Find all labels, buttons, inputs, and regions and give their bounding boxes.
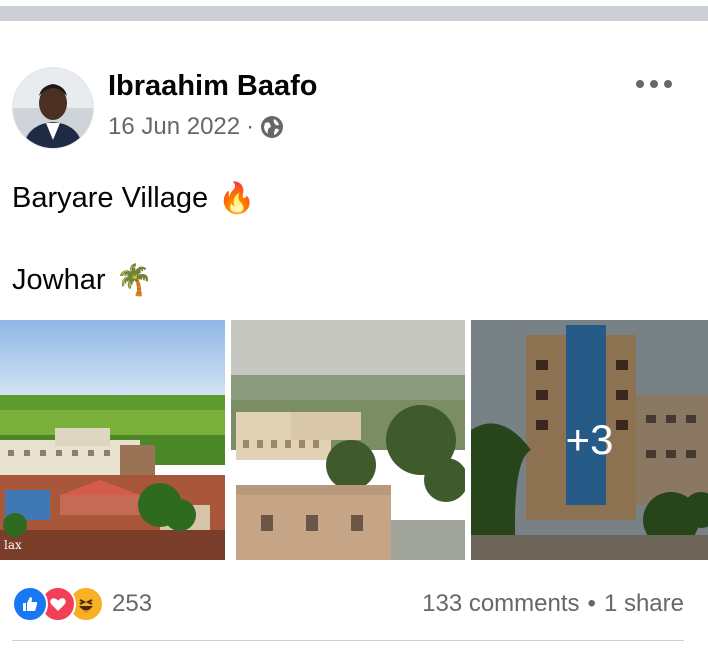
stats-separator: • xyxy=(587,590,596,617)
more-photos-overlay[interactable]: +3 xyxy=(471,320,708,560)
dot xyxy=(636,80,644,88)
photo-2[interactable] xyxy=(231,320,465,560)
post-text-village: Baryare Village xyxy=(12,182,209,214)
meta-separator: · xyxy=(246,113,255,140)
post-meta: 16 Jun 2022 · xyxy=(108,113,284,141)
more-options-icon[interactable] xyxy=(636,74,672,94)
post-text-line-1: Baryare Village 🔥 xyxy=(12,181,256,216)
reaction-count: 253 xyxy=(112,590,153,617)
dot xyxy=(664,80,672,88)
photo-1[interactable]: lax xyxy=(0,320,225,560)
reactions-summary[interactable]: 253 xyxy=(12,586,152,622)
author-avatar[interactable] xyxy=(12,67,94,149)
photo-watermark: lax xyxy=(4,538,22,552)
comments-count-link[interactable]: 133 comments xyxy=(422,590,579,618)
top-divider xyxy=(0,6,708,21)
post-date[interactable]: 16 Jun 2022 xyxy=(108,113,240,141)
photo-grid: lax +3 xyxy=(0,320,708,560)
shares-count-link[interactable]: 1 share xyxy=(604,590,684,618)
post-stats: 133 comments • 1 share xyxy=(422,590,684,618)
photo-2-image xyxy=(231,320,465,560)
actions-divider xyxy=(12,640,684,641)
like-icon xyxy=(12,586,48,622)
dot xyxy=(650,80,658,88)
fire-icon: 🔥 xyxy=(218,182,256,215)
post-text-line-2: Jowhar 🌴 xyxy=(12,263,153,298)
top-bar xyxy=(0,0,708,24)
author-name[interactable]: Ibraahim Baafo xyxy=(108,70,318,103)
photo-3[interactable]: +3 xyxy=(471,320,708,560)
palm-tree-icon: 🌴 xyxy=(115,264,153,297)
avatar-image xyxy=(13,68,93,148)
globe-icon[interactable] xyxy=(260,115,284,139)
photo-1-image xyxy=(0,320,225,560)
post-text-town: Jowhar xyxy=(12,264,106,296)
